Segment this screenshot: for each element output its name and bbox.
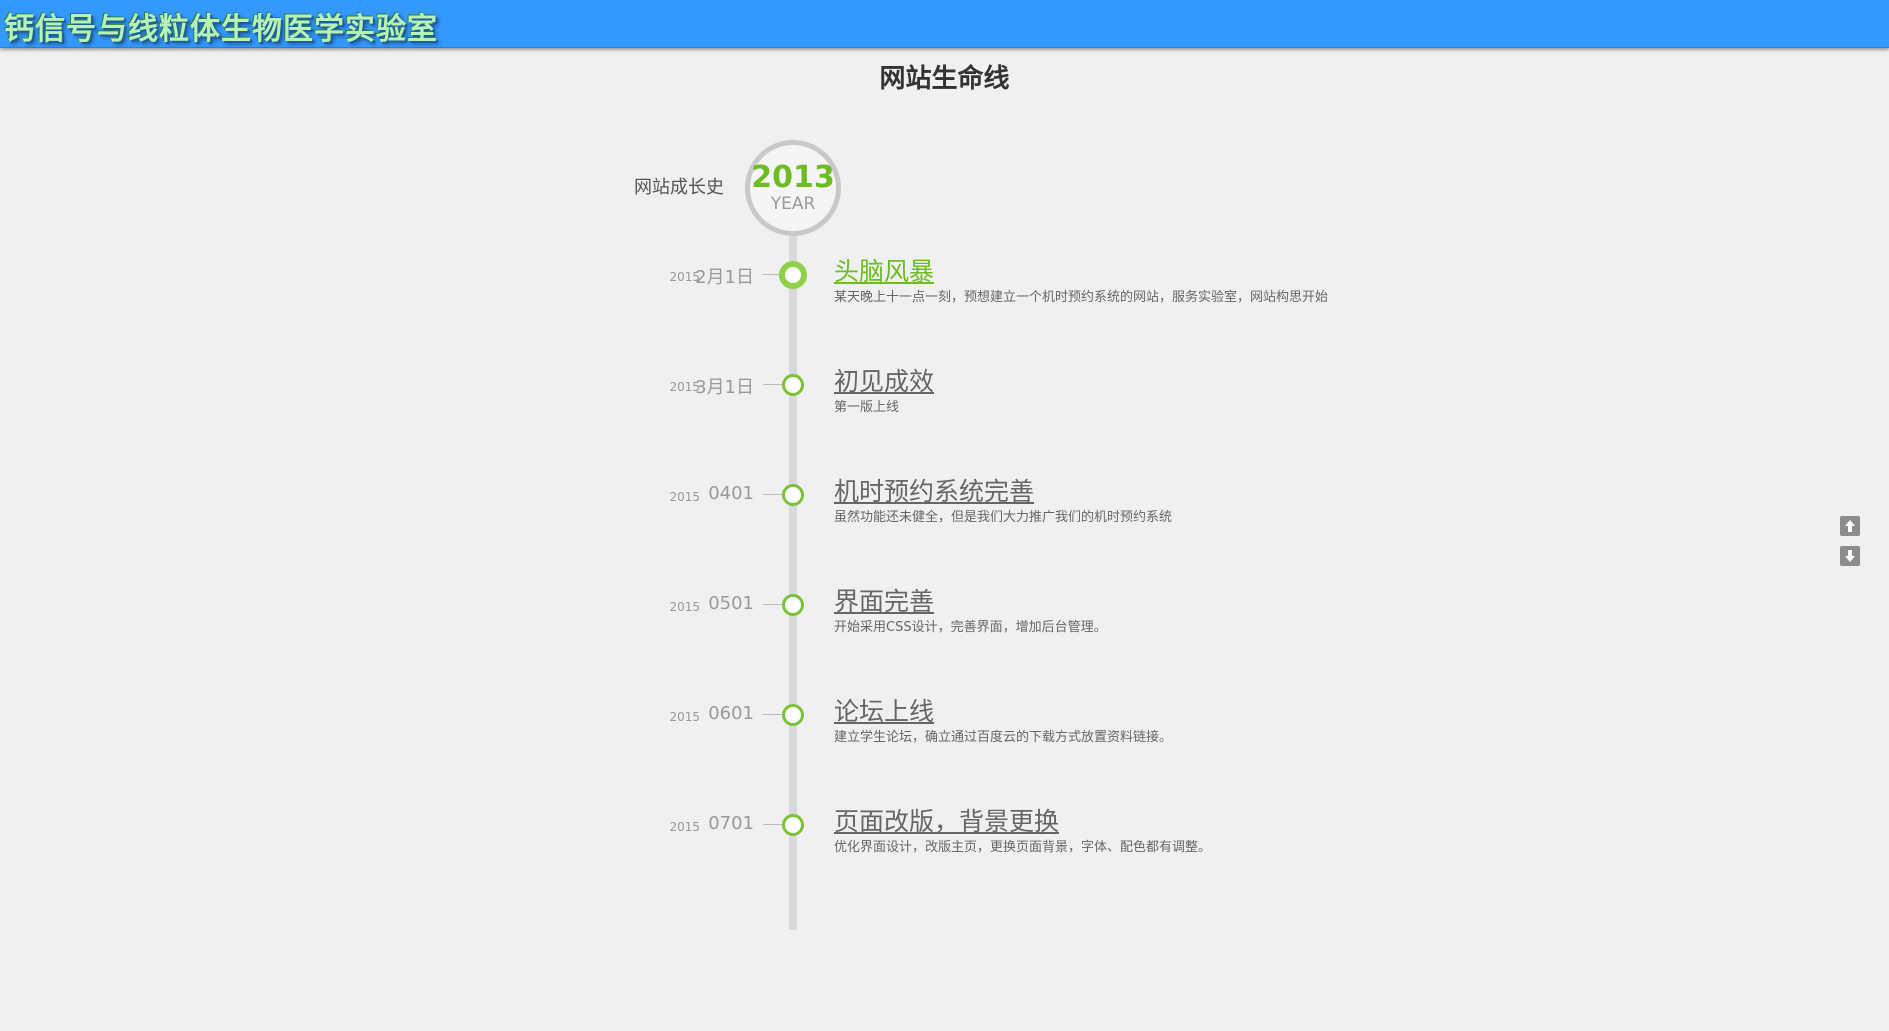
event-date: 0401 xyxy=(708,483,754,504)
timeline-event: 2015 2月1日 头脑风暴 某天晚上十一点一刻，预想建立一个机时预约系统的网站… xyxy=(0,252,1889,332)
event-title-link[interactable]: 页面改版，背景更换 xyxy=(834,802,1059,838)
event-dot xyxy=(782,374,804,396)
event-date: 0701 xyxy=(708,813,754,834)
event-date: 3月1日 xyxy=(695,377,754,398)
event-dot xyxy=(782,814,804,836)
arrow-up-icon xyxy=(1845,520,1855,532)
event-description: 建立学生论坛，确立通过百度云的下载方式放置资料链接。 xyxy=(834,730,1173,745)
year-caption: YEAR xyxy=(770,194,816,214)
arrow-down-icon xyxy=(1845,550,1855,562)
year-number: 2013 xyxy=(751,160,835,195)
event-dot xyxy=(782,704,804,726)
event-description: 虽然功能还未健全，但是我们大力推广我们的机时预约系统 xyxy=(834,510,1173,525)
timeline-event: 2015 3月1日 初见成效 第一版上线 xyxy=(0,362,1889,442)
event-description: 优化界面设计，改版主页，更换页面背景，字体、配色都有调整。 xyxy=(834,840,1212,855)
event-dot xyxy=(782,594,804,616)
site-title[interactable]: 钙信号与线粒体生物医学实验室 xyxy=(4,4,438,48)
top-header-bar: 钙信号与线粒体生物医学实验室 xyxy=(0,0,1889,48)
event-description: 某天晚上十一点一刻，预想建立一个机时预约系统的网站，服务实验室，网站构思开始 xyxy=(834,290,1329,305)
event-date: 0601 xyxy=(708,703,754,724)
event-title-link[interactable]: 头脑风暴 xyxy=(834,252,934,288)
event-title-link[interactable]: 机时预约系统完善 xyxy=(834,472,1034,508)
event-title-link[interactable]: 论坛上线 xyxy=(834,692,934,728)
event-title-link[interactable]: 界面完善 xyxy=(834,582,934,618)
timeline-event: 2015 0401 机时预约系统完善 虽然功能还未健全，但是我们大力推广我们的机… xyxy=(0,472,1889,552)
event-dot xyxy=(782,484,804,506)
scroll-up-button[interactable] xyxy=(1840,516,1860,536)
timeline-event: 2015 0601 论坛上线 建立学生论坛，确立通过百度云的下载方式放置资料链接… xyxy=(0,692,1889,772)
timeline-event: 2015 0701 页面改版，背景更换 优化界面设计，改版主页，更换页面背景，字… xyxy=(0,802,1889,882)
event-description: 开始采用CSS设计，完善界面，增加后台管理。 xyxy=(834,620,1107,635)
event-year: 2015 xyxy=(669,600,700,614)
event-year: 2015 xyxy=(669,490,700,504)
timeline-history-label: 网站成长史 xyxy=(634,177,724,198)
page-title: 网站生命线 xyxy=(879,64,1010,94)
event-description: 第一版上线 xyxy=(834,400,900,415)
event-year: 2015 xyxy=(669,710,700,724)
event-year: 2015 xyxy=(669,820,700,834)
event-date: 2月1日 xyxy=(695,267,754,288)
year-badge: 2013 YEAR xyxy=(745,140,841,236)
scroll-down-button[interactable] xyxy=(1840,546,1860,566)
event-title-link[interactable]: 初见成效 xyxy=(834,362,934,398)
event-date: 0501 xyxy=(708,593,754,614)
event-dot-active xyxy=(779,261,807,289)
timeline-event: 2015 0501 界面完善 开始采用CSS设计，完善界面，增加后台管理。 xyxy=(0,582,1889,662)
